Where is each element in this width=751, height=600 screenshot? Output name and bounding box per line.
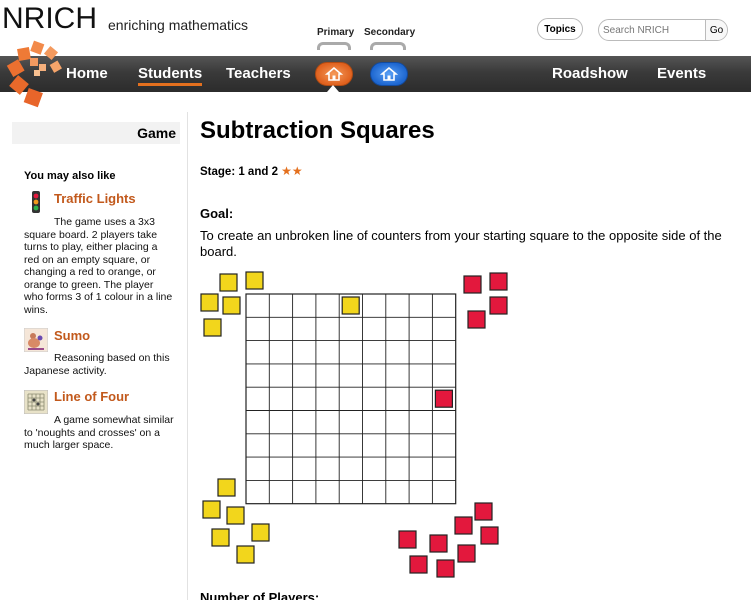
secondary-label: Secondary [364, 27, 416, 38]
loose-counter-red [489, 272, 508, 291]
page-title: Subtraction Squares [200, 117, 435, 144]
sidebar: Game You may also like Traffic Lights Th… [0, 112, 186, 600]
related-desc-traffic-lights: The game uses a 3x3 square board. 2 play… [24, 216, 173, 316]
site-logo-text[interactable]: NRICH [2, 2, 97, 36]
loose-counter-red [489, 296, 508, 315]
related-desc-sumo: Reasoning based on this Japanese activit… [24, 352, 170, 377]
loose-counter-red [474, 502, 493, 521]
nav-roadshow[interactable]: Roadshow [552, 65, 628, 82]
stage-stars: ★★ [281, 164, 303, 178]
loose-counter-yellow [245, 271, 264, 290]
game-board-illustration [200, 271, 508, 578]
traffic-light-icon[interactable] [24, 190, 48, 214]
loose-counter-yellow [211, 528, 230, 547]
house-icon [325, 66, 343, 81]
loose-counter-red [467, 310, 486, 329]
loose-counter-yellow [202, 500, 221, 519]
goal-text: To create an unbroken line of counters f… [200, 228, 722, 259]
also-like-heading: You may also like [24, 170, 116, 182]
loose-counter-red [457, 544, 476, 563]
board-grid [245, 293, 457, 505]
active-section-caret [327, 85, 339, 92]
site-tagline: enriching mathematics [108, 17, 249, 33]
house-icon [380, 66, 398, 81]
nav-home[interactable]: Home [66, 65, 108, 82]
players-heading: Number of Players: [200, 590, 320, 600]
loose-counter-red [454, 516, 473, 535]
sumo-icon[interactable] [24, 328, 48, 352]
related-title-line-of-four[interactable]: Line of Four [54, 389, 129, 404]
loose-counter-yellow [251, 523, 270, 542]
stage-text: Stage: 1 and 2 [200, 166, 278, 178]
loose-counter-yellow [203, 318, 222, 337]
placed-counter-yellow [341, 296, 360, 315]
related-desc-line-of-four: A game somewhat similar to 'noughts and … [24, 414, 174, 451]
related-title-sumo[interactable]: Sumo [54, 328, 90, 343]
sidebar-heading: Game [12, 122, 180, 144]
primary-bracket [317, 42, 351, 50]
nrich-spiral-logo-icon[interactable] [6, 40, 66, 112]
goal-heading: Goal: [200, 206, 234, 221]
search-go-button[interactable]: Go [705, 20, 727, 40]
loose-counter-red [398, 530, 417, 549]
secondary-bracket [370, 42, 406, 50]
placed-counter-red [434, 389, 453, 408]
secondary-home-button[interactable] [370, 62, 408, 86]
topics-button[interactable]: Topics [537, 18, 583, 40]
loose-counter-yellow [226, 506, 245, 525]
related-title-traffic-lights[interactable]: Traffic Lights [54, 191, 136, 206]
loose-counter-yellow [222, 296, 241, 315]
loose-counter-red [436, 559, 455, 578]
primary-label: Primary [317, 27, 355, 38]
primary-home-button[interactable] [315, 62, 353, 86]
loose-counter-red [409, 555, 428, 574]
loose-counter-yellow [219, 273, 238, 292]
loose-counter-red [480, 526, 499, 545]
nav-events[interactable]: Events [657, 65, 706, 82]
nav-teachers[interactable]: Teachers [226, 65, 291, 82]
nav-students[interactable]: Students [138, 65, 203, 86]
loose-counter-yellow [217, 478, 236, 497]
loose-counter-red [463, 275, 482, 294]
search-box: Go [598, 19, 728, 41]
loose-counter-red [429, 534, 448, 553]
sidebar-divider [187, 112, 188, 600]
grid-board-icon[interactable] [24, 390, 48, 414]
stage-label: Stage: 1 and 2 ★★ [200, 164, 303, 178]
loose-counter-yellow [236, 545, 255, 564]
board-frame [245, 293, 457, 505]
search-input[interactable] [599, 20, 705, 40]
loose-counter-yellow [200, 293, 219, 312]
